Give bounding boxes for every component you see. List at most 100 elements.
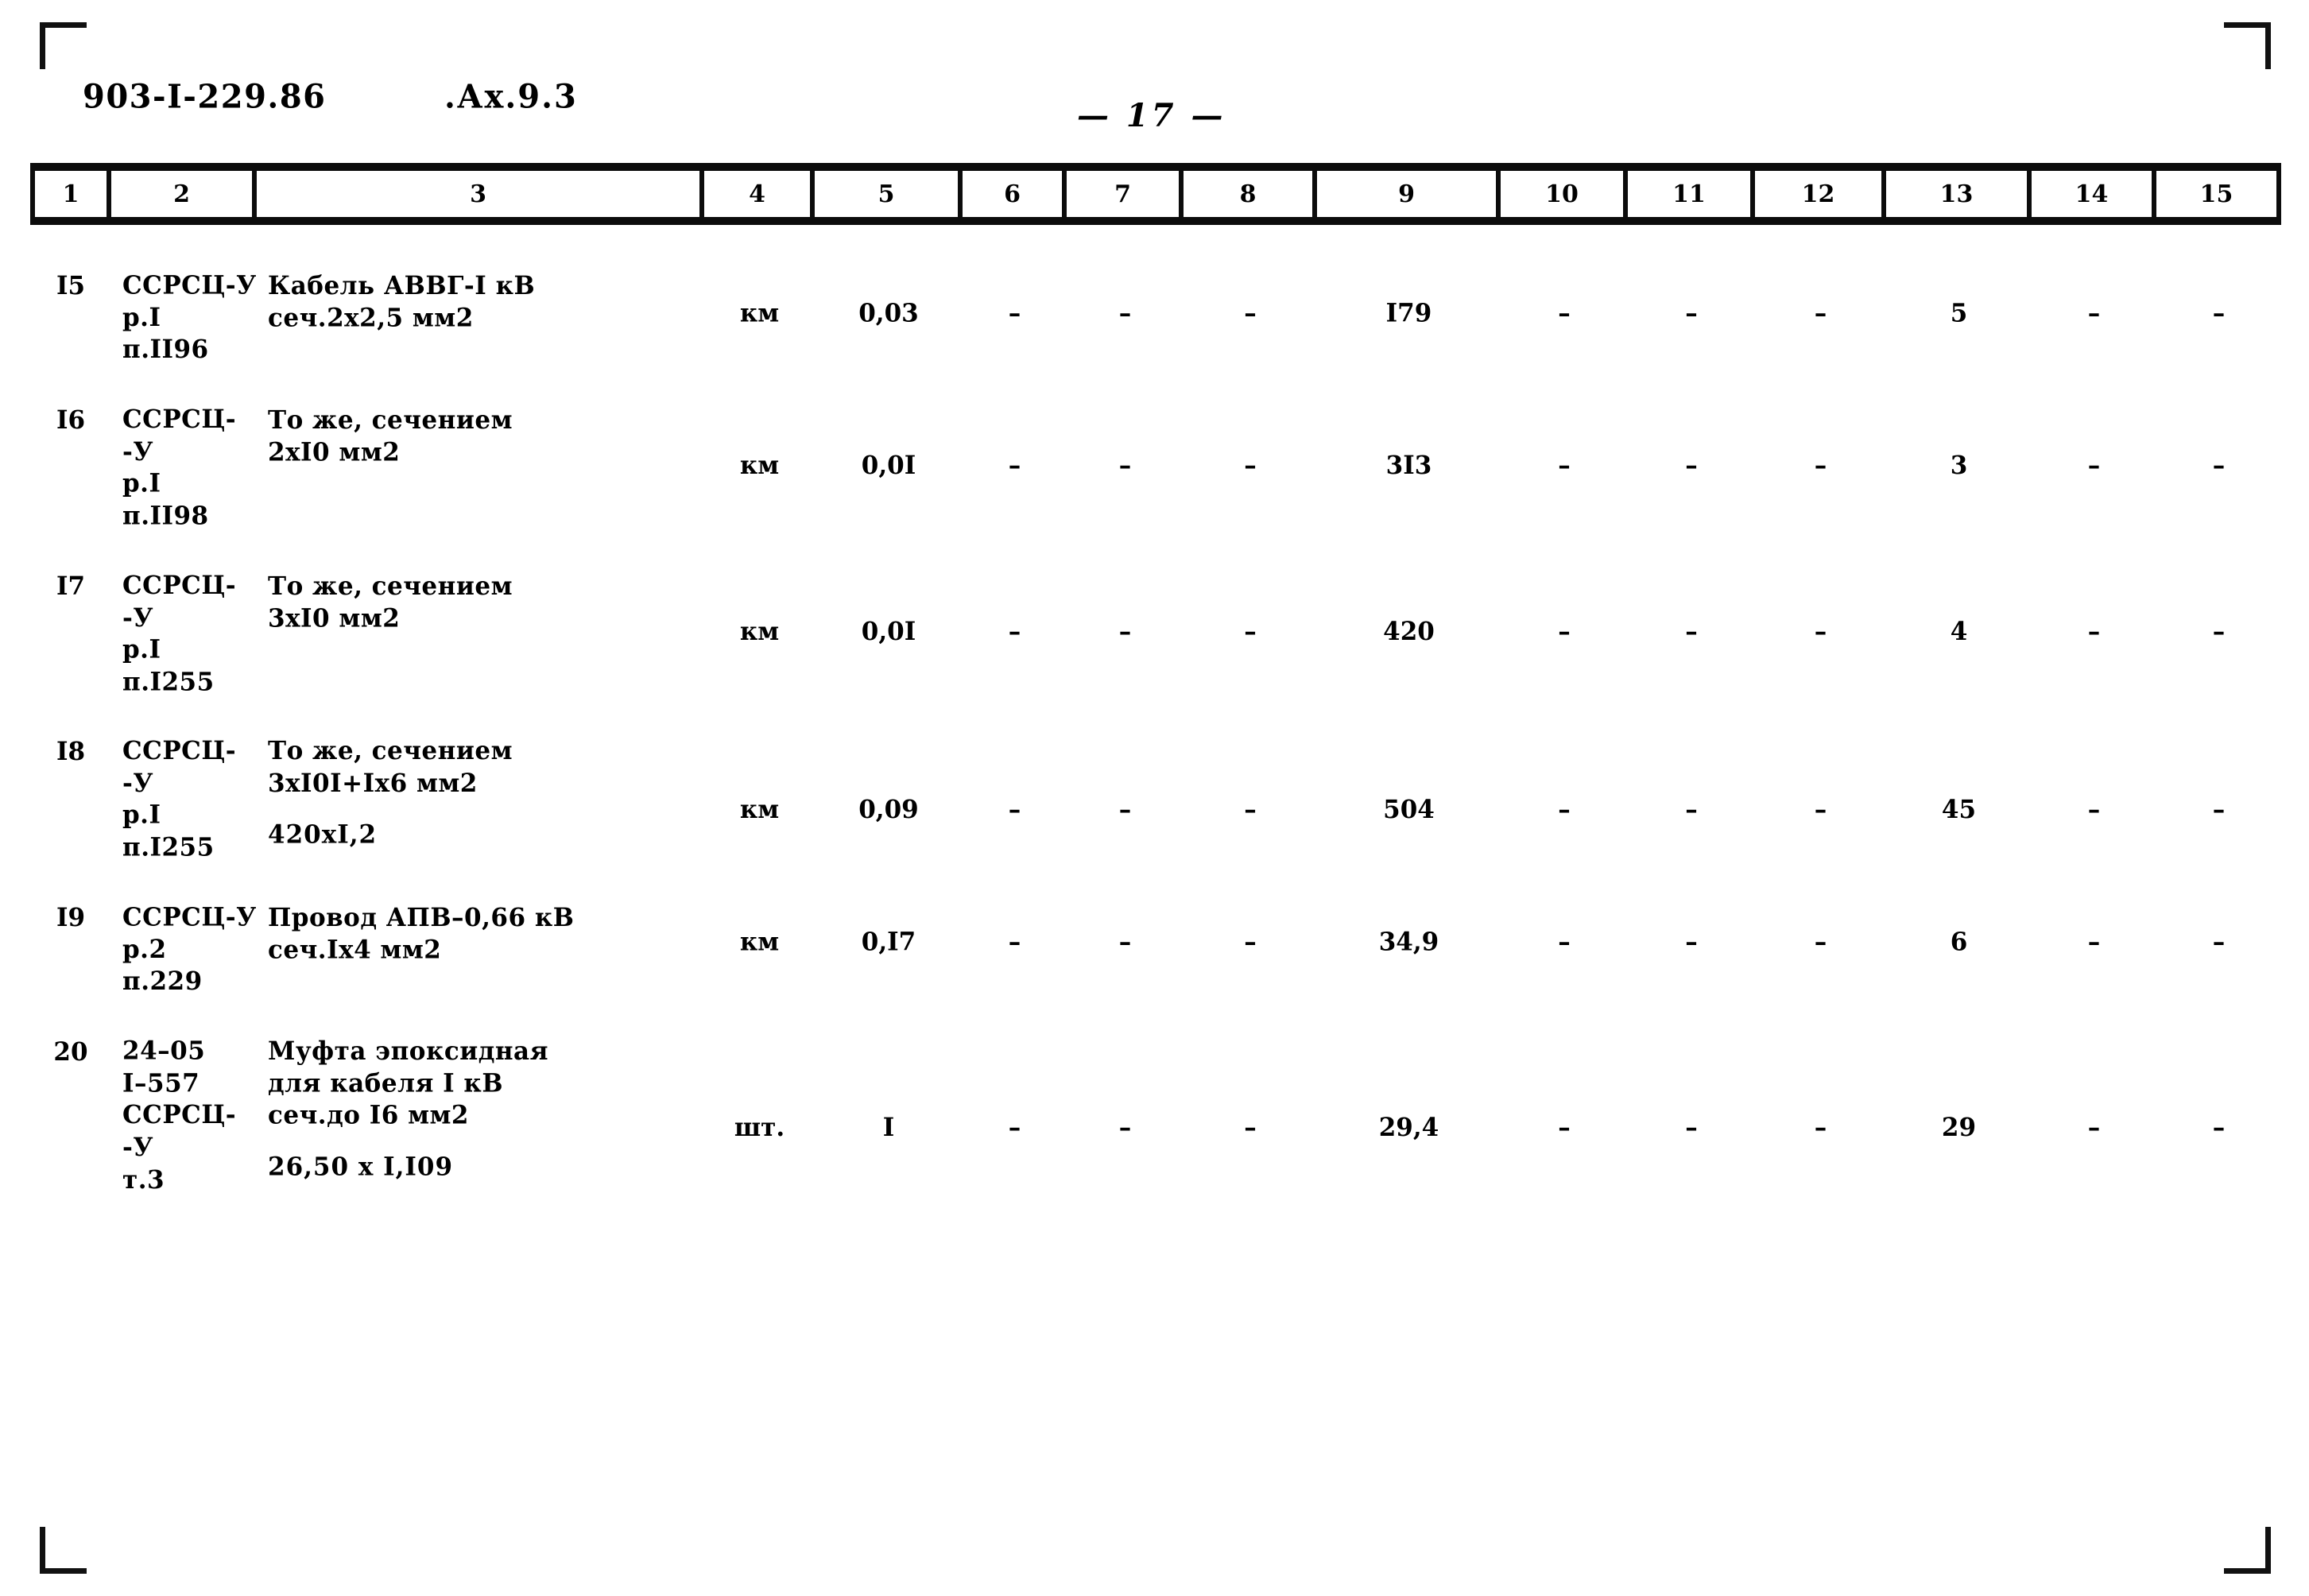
row-description: То же, сечением 3хI0I+Iх6 мм2 420хI,2 xyxy=(257,731,704,852)
row-col14: – xyxy=(2087,616,2101,646)
row-col15: – xyxy=(2212,451,2226,480)
row-col9: 29,4 xyxy=(1378,1113,1439,1143)
row-col14: – xyxy=(2087,451,2101,480)
row-number: I6 xyxy=(56,405,86,436)
row-col8: – xyxy=(1244,299,1257,328)
row-col6: – xyxy=(1008,1113,1021,1143)
corner-mark-bottom-right xyxy=(2224,1527,2271,1574)
column-header-1: 1 xyxy=(30,171,111,217)
row-col8: – xyxy=(1244,928,1257,957)
row-description: Кабель АВВГ-I кВ сеч.2х2,5 мм2 xyxy=(257,265,704,335)
row-number: 20 xyxy=(53,1037,88,1067)
row-description: Провод АПВ–0,66 кВ сеч.Iх4 мм2 xyxy=(257,897,704,967)
row-code: ССРСЦ-У р.2 п.229 xyxy=(122,902,257,997)
table-row: I8 ССРСЦ- -У р.I п.I255 То же, сечением 3х… xyxy=(30,732,2281,863)
row-col5: 0,0I xyxy=(861,616,916,646)
row-description: То же, сечением 3хI0 мм2 xyxy=(257,566,704,635)
table-body: I5 ССРСЦ-У р.I п.II96 Кабель АВВГ-I кВ сеч… xyxy=(30,266,2281,1195)
document-code: 903-I-229.86 xyxy=(83,77,327,116)
row-col11: – xyxy=(1685,299,1698,328)
row-col9: 504 xyxy=(1383,795,1435,825)
row-description: Муфта эпоксидная для кабеля I кВ сеч.до … xyxy=(257,1031,704,1183)
specification-table: 1 2 3 4 5 6 7 8 9 10 11 12 13 14 15 I5 ССРСЦ-У р.I п.II… xyxy=(30,163,2281,1230)
row-col9: 3I3 xyxy=(1385,451,1432,480)
column-header-12: 12 xyxy=(1755,171,1886,217)
page-number: — 17 — xyxy=(1077,97,1226,134)
row-col5: 0,I7 xyxy=(861,928,916,957)
row-col12: – xyxy=(1814,451,1827,480)
column-header-5: 5 xyxy=(815,171,963,217)
row-col14: – xyxy=(2087,299,2101,328)
row-description: То же, сечением 2хI0 мм2 xyxy=(257,400,704,469)
row-col11: – xyxy=(1685,451,1698,480)
row-col14: – xyxy=(2087,1113,2101,1143)
row-col13: 4 xyxy=(1950,616,1968,646)
table-row: I9 ССРСЦ-У р.2 п.229 Провод АПВ–0,66 кВ се… xyxy=(30,898,2281,998)
row-col7: – xyxy=(1118,616,1132,646)
row-col15: – xyxy=(2212,299,2226,328)
corner-mark-top-right xyxy=(2224,22,2271,69)
column-header-8: 8 xyxy=(1184,171,1317,217)
row-code: 24–05 I–557 ССРСЦ- -У т.3 xyxy=(122,1036,237,1195)
column-header-9: 9 xyxy=(1317,171,1501,217)
row-col7: – xyxy=(1118,928,1132,957)
row-col6: – xyxy=(1008,451,1021,480)
row-number: I9 xyxy=(56,903,86,933)
row-col12: – xyxy=(1814,1113,1827,1143)
table-row: 20 24–05 I–557 ССРСЦ- -У т.3 Муфта эпоксид… xyxy=(30,1032,2281,1195)
row-description-main: То же, сечением 3хI0 мм2 xyxy=(268,571,513,633)
row-unit: км xyxy=(739,451,780,480)
row-unit: км xyxy=(739,299,780,328)
document-album-ref: .Ах.9.3 xyxy=(444,77,578,116)
row-description-main: Кабель АВВГ-I кВ сеч.2х2,5 мм2 xyxy=(268,271,536,333)
row-col15: – xyxy=(2212,616,2226,646)
row-col12: – xyxy=(1814,795,1827,825)
column-header-11: 11 xyxy=(1628,171,1755,217)
column-header-4: 4 xyxy=(704,171,815,217)
row-col6: – xyxy=(1008,299,1021,328)
row-col7: – xyxy=(1118,1113,1132,1143)
column-header-15: 15 xyxy=(2156,171,2281,217)
row-col9: 420 xyxy=(1383,616,1435,646)
corner-mark-top-left xyxy=(40,22,87,69)
row-col13: 45 xyxy=(1941,795,1977,825)
row-col8: – xyxy=(1244,1113,1257,1143)
row-col13: 3 xyxy=(1950,451,1968,480)
row-col10: – xyxy=(1558,1113,1571,1143)
row-col6: – xyxy=(1008,616,1021,646)
corner-mark-bottom-left xyxy=(40,1527,87,1574)
column-header-2: 2 xyxy=(111,171,257,217)
row-col5: 0,03 xyxy=(858,299,919,328)
row-col14: – xyxy=(2087,928,2101,957)
row-col10: – xyxy=(1558,451,1571,480)
row-col11: – xyxy=(1685,795,1698,825)
row-description-calculation: 26,50 х I,I09 xyxy=(268,1152,454,1182)
row-number: I7 xyxy=(56,571,86,602)
column-header-7: 7 xyxy=(1067,171,1184,217)
row-description-main: Муфта эпоксидная для кабеля I кВ сеч.до … xyxy=(268,1036,549,1130)
column-header-13: 13 xyxy=(1886,171,2032,217)
row-col11: – xyxy=(1685,928,1698,957)
row-col8: – xyxy=(1244,616,1257,646)
row-col13: 5 xyxy=(1950,299,1968,328)
row-col11: – xyxy=(1685,1113,1698,1143)
column-header-14: 14 xyxy=(2032,171,2156,217)
row-description-main: Провод АПВ–0,66 кВ сеч.Iх4 мм2 xyxy=(268,903,575,965)
row-number: I5 xyxy=(56,271,86,301)
row-col15: – xyxy=(2212,928,2226,957)
row-col7: – xyxy=(1118,299,1132,328)
row-unit: шт. xyxy=(734,1113,785,1143)
row-unit: км xyxy=(739,795,780,825)
row-col11: – xyxy=(1685,616,1698,646)
table-column-header-row: 1 2 3 4 5 6 7 8 9 10 11 12 13 14 15 xyxy=(30,163,2281,225)
row-col6: – xyxy=(1008,795,1021,825)
row-number: I8 xyxy=(56,738,86,767)
table-row: I7 ССРСЦ- -У р.I п.I255 То же, сечением 3х… xyxy=(30,567,2281,698)
row-col10: – xyxy=(1558,795,1571,825)
row-col12: – xyxy=(1814,299,1827,328)
row-col9: I79 xyxy=(1385,299,1432,328)
row-col6: – xyxy=(1008,928,1021,957)
row-col7: – xyxy=(1118,451,1132,480)
row-col12: – xyxy=(1814,928,1827,957)
row-description-main: То же, сечением 3хI0I+Iх6 мм2 xyxy=(268,737,513,799)
